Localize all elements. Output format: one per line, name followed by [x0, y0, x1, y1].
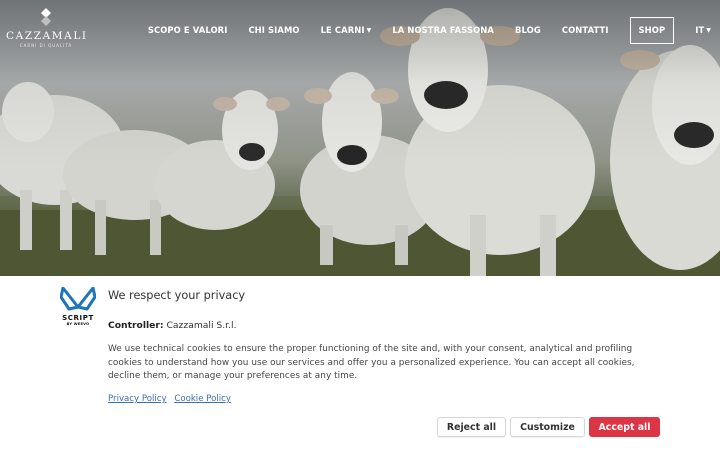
cookie-description: We use technical cookies to ensure the p…	[108, 344, 635, 381]
cookie-policy-link[interactable]: Cookie Policy	[174, 394, 231, 404]
nav-item-shop[interactable]: SHOP	[629, 16, 675, 44]
main-navigation: SCOPO E VALORI CHI SIAMO LE CARNI ▼ LA N…	[148, 16, 720, 44]
diamond-logo-icon	[41, 8, 51, 26]
logo-text: CAZZAMALI	[6, 30, 88, 42]
controller-label: Controller:	[108, 320, 164, 331]
nav-item-label: CHI SIAMO	[248, 25, 300, 35]
script-butterfly-icon	[60, 287, 96, 311]
nav-item-chi-siamo[interactable]: CHI SIAMO	[248, 17, 299, 43]
cookie-consent-banner: SCRIPT BY WEEVO We respect your privacy …	[0, 276, 720, 450]
cookie-title: We respect your privacy	[108, 289, 246, 302]
vendor-by: BY WEEVO	[66, 322, 90, 326]
nav-item-label: LA NOSTRA FASSONA	[392, 25, 495, 35]
nav-item-blog[interactable]: BLOG	[515, 17, 541, 43]
nav-item-le-carni[interactable]: LE CARNI ▼	[321, 17, 372, 43]
nav-item-scopo-e-valori[interactable]: SCOPO E VALORI	[148, 17, 228, 43]
nav-item-label: SHOP	[638, 25, 666, 35]
controller-line: Controller: Cazzamali S.r.l.	[108, 320, 237, 331]
controller-value: Cazzamali S.r.l.	[166, 320, 237, 331]
policy-links: Privacy Policy Cookie Policy	[108, 394, 236, 404]
caret-down-icon: ▼	[366, 26, 372, 34]
vendor-name: SCRIPT	[62, 314, 94, 322]
nav-item-la-nostra-fassona[interactable]: LA NOSTRA FASSONA	[392, 17, 494, 43]
reject-all-button[interactable]: Reject all	[437, 417, 506, 437]
language-selector[interactable]: IT ▼	[695, 17, 711, 43]
privacy-policy-link[interactable]: Privacy Policy	[108, 394, 167, 404]
language-label: IT	[695, 25, 705, 35]
nav-item-label: BLOG	[515, 25, 541, 35]
nav-item-label: SCOPO E VALORI	[147, 25, 228, 35]
caret-down-icon: ▼	[706, 26, 711, 34]
nav-item-label: LE CARNI	[320, 25, 365, 35]
nav-item-contatti[interactable]: CONTATTI	[562, 17, 609, 43]
site-logo[interactable]: CAZZAMALI CARNI DI QUALITÀ	[6, 8, 86, 48]
accept-all-button[interactable]: Accept all	[589, 417, 660, 437]
vendor-logo: SCRIPT BY WEEVO	[58, 287, 98, 333]
customize-button[interactable]: Customize	[510, 417, 585, 437]
nav-item-label: CONTATTI	[561, 25, 609, 35]
logo-subtext: CARNI DI QUALITÀ	[19, 43, 73, 48]
